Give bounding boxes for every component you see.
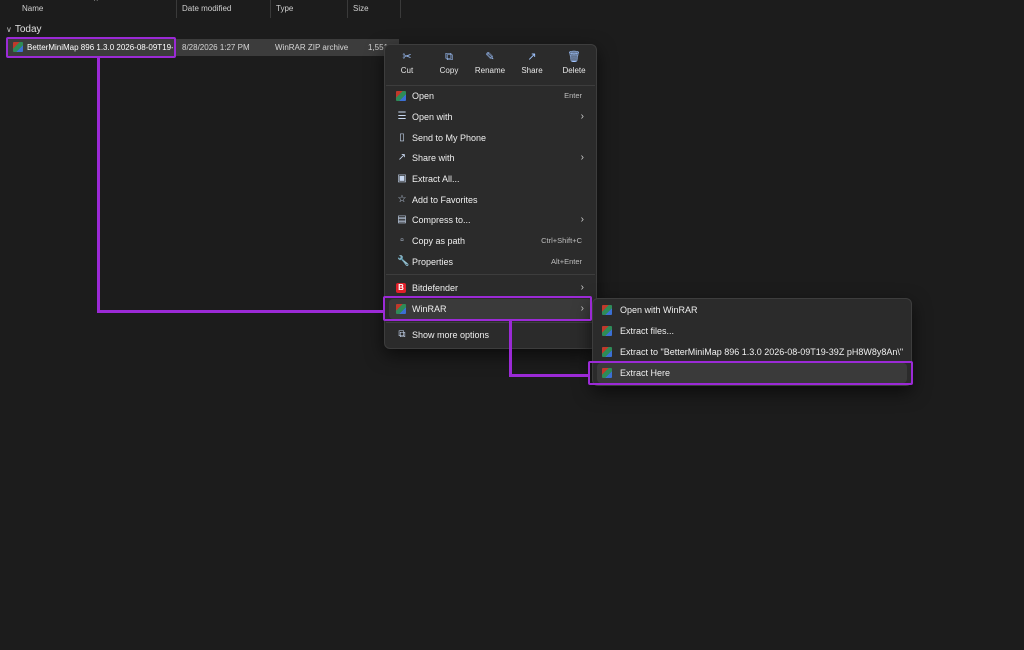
- share-button[interactable]: ↗ Share: [513, 49, 551, 81]
- rar-icon: [602, 305, 612, 315]
- connector-line: [509, 321, 512, 377]
- menu-divider: [386, 322, 595, 323]
- menu-item-label: Add to Favorites: [412, 195, 478, 205]
- rename-button[interactable]: ✎ Rename: [471, 49, 509, 81]
- menu-item-copy-path[interactable]: ▫ Copy as path Ctrl+Shift+C: [389, 231, 592, 251]
- submenu-item-label: Extract to "BetterMiniMap 896 1.3.0 2026…: [620, 347, 904, 357]
- submenu-item-label: Extract files...: [620, 326, 675, 336]
- connector-line: [97, 58, 100, 313]
- rar-icon: [602, 347, 612, 357]
- column-size[interactable]: Size: [353, 0, 369, 18]
- copy-path-icon: ▫: [400, 235, 404, 246]
- context-toolbar: ✂ Cut ⧉ Copy ✎ Rename ↗ Share 🗑 Delete: [385, 45, 596, 85]
- submenu-item-label: Open with WinRAR: [620, 305, 698, 315]
- cut-button[interactable]: ✂ Cut: [388, 49, 426, 81]
- star-icon: ☆: [397, 194, 407, 205]
- share-icon: ↗: [527, 51, 537, 63]
- menu-item-label: Share with: [412, 153, 455, 163]
- menu-item-properties[interactable]: 🔧 Properties Alt+Enter: [389, 252, 592, 272]
- chevron-down-icon: ∨: [6, 25, 12, 34]
- shortcut-label: Alt+Enter: [550, 257, 582, 266]
- rename-label: Rename: [474, 66, 506, 75]
- menu-item-label: Open: [412, 91, 435, 101]
- chevron-right-icon: ›: [580, 214, 584, 225]
- menu-item-label: Show more options: [412, 330, 490, 340]
- scissors-icon: ✂: [402, 51, 412, 63]
- column-header: ^ Name Date modified Type Size: [0, 0, 402, 18]
- highlight-box-extract-here: [588, 361, 913, 385]
- trash-icon: 🗑: [567, 51, 581, 63]
- menu-item-add-favorites[interactable]: ☆ Add to Favorites: [389, 190, 592, 210]
- menu-item-open[interactable]: Open Enter: [389, 86, 592, 106]
- copy-button[interactable]: ⧉ Copy: [430, 49, 468, 81]
- menu-item-share-with[interactable]: ↗ Share with ›: [389, 148, 592, 168]
- menu-item-open-with[interactable]: ☰ Open with ›: [389, 107, 592, 127]
- menu-item-bitdefender[interactable]: B Bitdefender ›: [389, 278, 592, 298]
- chevron-right-icon: ›: [580, 111, 584, 122]
- chevron-right-icon: ›: [580, 282, 584, 293]
- menu-item-show-more[interactable]: ⧉ Show more options: [389, 325, 592, 345]
- file-type: WinRAR ZIP archive: [275, 43, 349, 52]
- menu-item-label: Compress to...: [412, 215, 471, 225]
- rename-icon: ✎: [485, 51, 495, 63]
- bitdefender-icon: B: [396, 283, 406, 293]
- shortcut-label: Enter: [564, 91, 582, 100]
- menu-item-label: Copy as path: [412, 236, 466, 246]
- cut-label: Cut: [400, 66, 414, 75]
- connector-line: [509, 374, 589, 377]
- column-date[interactable]: Date modified: [182, 0, 231, 18]
- share-with-icon: ↗: [397, 152, 407, 163]
- highlight-box-file: [6, 37, 176, 58]
- chevron-right-icon: ›: [580, 152, 584, 163]
- menu-item-compress[interactable]: ▤ Compress to... ›: [389, 210, 592, 230]
- column-name[interactable]: Name: [22, 0, 43, 18]
- open-with-icon: ☰: [397, 111, 407, 122]
- column-divider[interactable]: [270, 0, 271, 18]
- group-label: Today: [14, 24, 42, 35]
- copy-label: Copy: [439, 66, 459, 75]
- column-divider[interactable]: [347, 0, 348, 18]
- show-more-icon: ⧉: [398, 329, 406, 340]
- column-type[interactable]: Type: [276, 0, 293, 18]
- connector-line: [97, 310, 384, 313]
- column-divider[interactable]: [400, 0, 401, 18]
- menu-item-label: Properties: [412, 257, 454, 267]
- menu-item-label: Send to My Phone: [412, 133, 487, 143]
- highlight-box-winrar: [383, 296, 592, 321]
- menu-item-send-to-phone[interactable]: ▯ Send to My Phone: [389, 128, 592, 148]
- menu-item-label: Extract All...: [412, 174, 460, 184]
- delete-button[interactable]: 🗑 Delete: [555, 49, 593, 81]
- menu-item-extract-all[interactable]: ▣ Extract All...: [389, 169, 592, 189]
- file-date: 8/28/2026 1:27 PM: [182, 43, 250, 52]
- submenu-item-extract-to[interactable]: Extract to "BetterMiniMap 896 1.3.0 2026…: [597, 342, 907, 362]
- shortcut-label: Ctrl+Shift+C: [541, 236, 582, 245]
- rar-icon: [602, 326, 612, 336]
- column-divider[interactable]: [176, 0, 177, 18]
- rar-icon: [396, 91, 406, 101]
- menu-divider: [386, 274, 595, 275]
- phone-icon: ▯: [399, 132, 405, 143]
- properties-icon: 🔧: [397, 256, 410, 267]
- copy-icon: ⧉: [445, 51, 453, 63]
- delete-label: Delete: [562, 66, 586, 75]
- compress-icon: ▤: [397, 214, 407, 225]
- share-label: Share: [521, 66, 543, 75]
- extract-icon: ▣: [397, 173, 407, 184]
- menu-item-label: Bitdefender: [412, 283, 459, 293]
- sort-up-icon: ^: [94, 0, 98, 6]
- submenu-item-open-winrar[interactable]: Open with WinRAR: [597, 300, 907, 320]
- submenu-item-extract-files[interactable]: Extract files...: [597, 321, 907, 341]
- group-header-today[interactable]: ∨ Today: [6, 23, 42, 37]
- menu-item-label: Open with: [412, 112, 453, 122]
